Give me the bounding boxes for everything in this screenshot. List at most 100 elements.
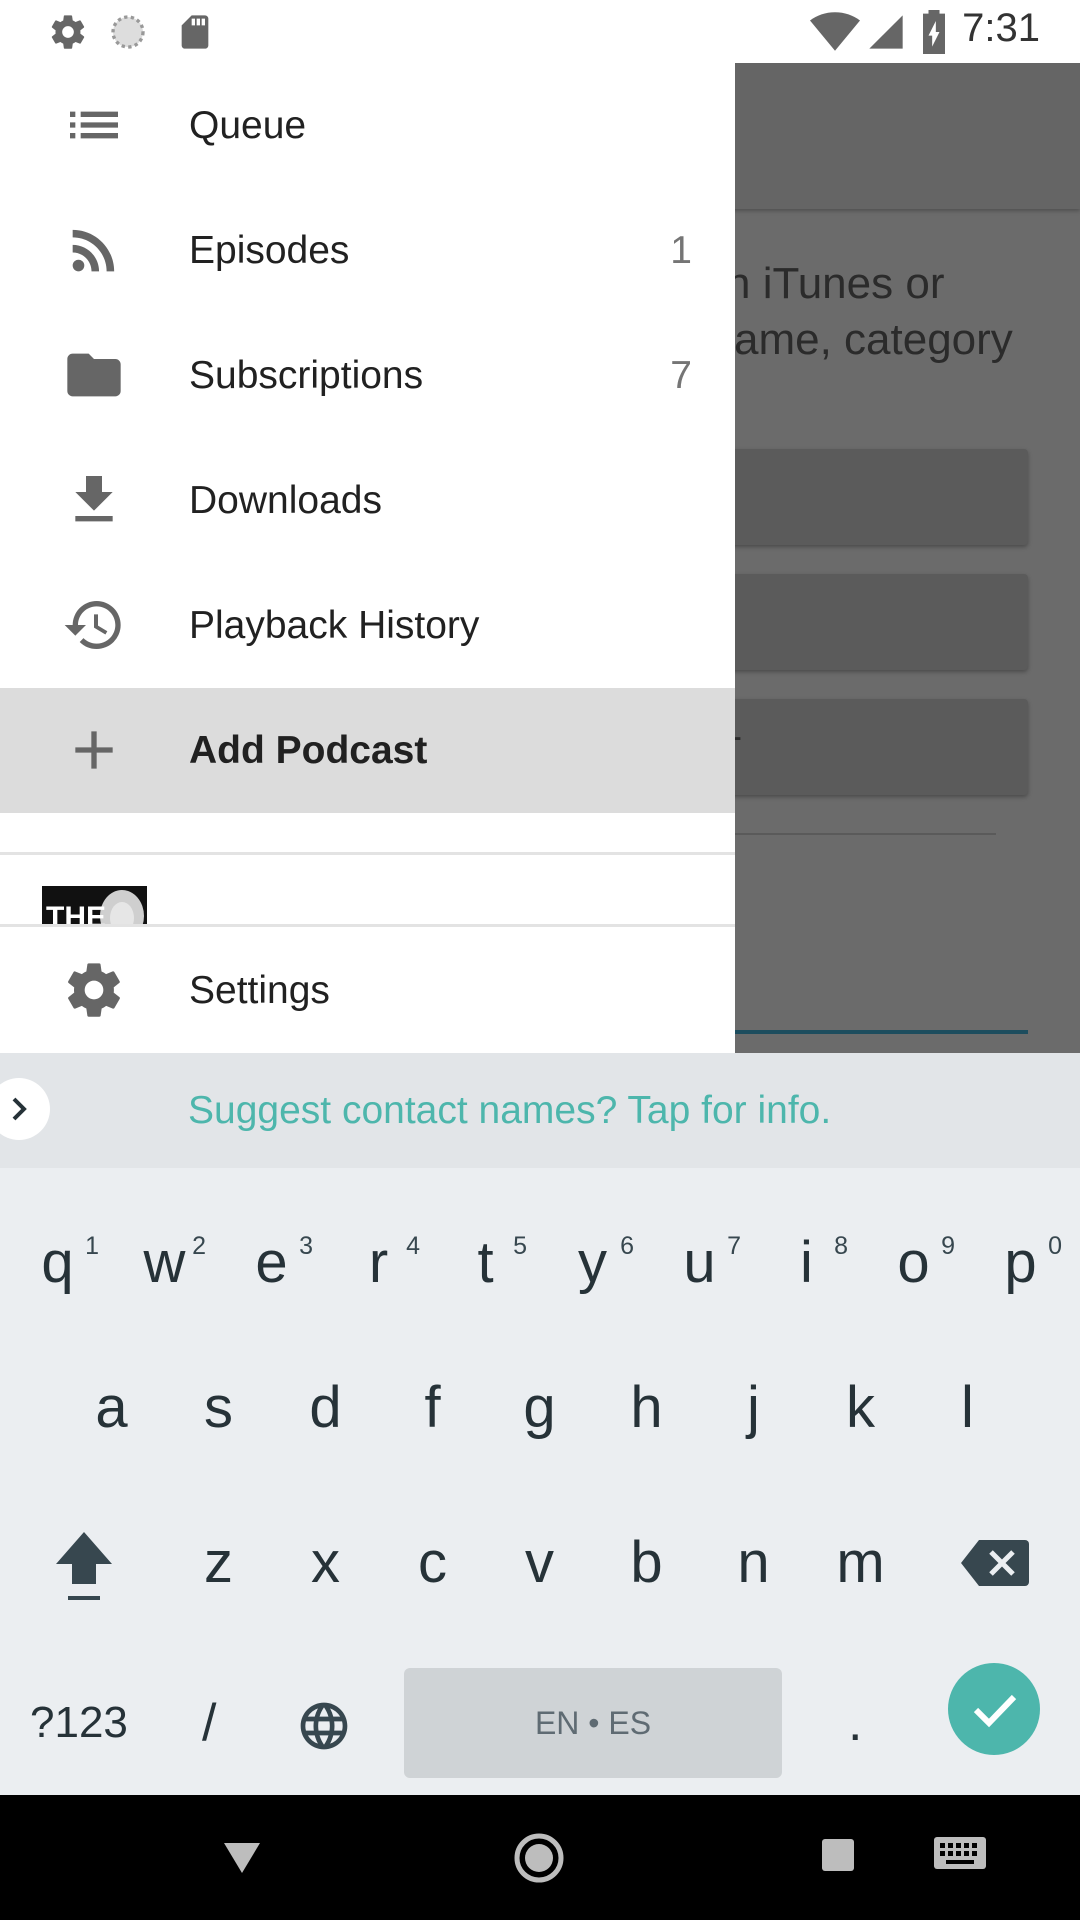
key-s[interactable]: s — [165, 1353, 272, 1463]
background-input-underline — [700, 1030, 1028, 1034]
keyboard-switch-icon[interactable] — [932, 1835, 988, 1875]
key-r[interactable]: r4 — [325, 1208, 432, 1318]
drawer-item-downloads[interactable]: Downloads — [0, 438, 735, 563]
folder-icon — [67, 353, 121, 397]
key-hint: 3 — [299, 1232, 313, 1260]
key-hint: 9 — [941, 1232, 955, 1260]
key-g[interactable]: g — [486, 1353, 593, 1463]
key-char: f — [424, 1375, 441, 1440]
key-w[interactable]: w2 — [111, 1208, 218, 1318]
backspace-key[interactable] — [940, 1508, 1050, 1618]
key-x[interactable]: x — [272, 1508, 379, 1618]
status-bar: 7:31 — [0, 0, 1080, 63]
history-icon — [64, 601, 121, 649]
drawer-item-add-podcast[interactable]: Add Podcast — [0, 688, 735, 813]
key-y[interactable]: y6 — [539, 1208, 646, 1318]
key-char: j — [747, 1375, 760, 1440]
space-key[interactable]: EN • ES — [404, 1668, 782, 1778]
settings-icon — [68, 963, 120, 1017]
key-o[interactable]: o9 — [860, 1208, 967, 1318]
background-button-3: - — [700, 699, 1028, 795]
key-hint: 4 — [406, 1232, 420, 1260]
key-z[interactable]: z — [165, 1508, 272, 1618]
shift-key[interactable] — [28, 1508, 140, 1618]
drawer-item-label: Add Podcast — [189, 729, 428, 772]
key-char: o — [897, 1230, 930, 1295]
podcast-thumbnail-text: THE — [46, 901, 106, 926]
key-hint: 0 — [1048, 1232, 1062, 1260]
slash-key[interactable]: / — [202, 1668, 216, 1778]
key-char: k — [846, 1375, 875, 1440]
settings-icon — [51, 15, 85, 49]
key-f[interactable]: f — [379, 1353, 486, 1463]
drawer-item-count: 1 — [670, 229, 692, 272]
drawer-item-settings[interactable]: Settings — [0, 928, 735, 1053]
back-icon[interactable] — [220, 1837, 264, 1877]
plus-icon — [75, 731, 113, 769]
key-l[interactable]: l — [914, 1353, 1021, 1463]
drawer-divider — [0, 852, 735, 855]
key-char: q — [41, 1230, 74, 1295]
key-c[interactable]: c — [379, 1508, 486, 1618]
key-i[interactable]: i8 — [753, 1208, 860, 1318]
key-hint: 2 — [192, 1232, 206, 1260]
drawer-item-label: Settings — [189, 969, 330, 1012]
system-navigation-bar — [0, 1795, 1080, 1920]
key-hint: 1 — [85, 1232, 99, 1260]
key-v[interactable]: v — [486, 1508, 593, 1618]
drawer-item-episodes[interactable]: Episodes 1 — [0, 188, 735, 313]
drawer-divider — [0, 924, 735, 927]
key-char: y — [578, 1230, 607, 1295]
drawer-item-queue[interactable]: Queue — [0, 63, 735, 188]
keyboard-suggestion-strip[interactable]: Suggest contact names? Tap for info. — [0, 1053, 1080, 1168]
key-char: g — [523, 1375, 556, 1440]
key-n[interactable]: n — [700, 1508, 807, 1618]
key-char: m — [836, 1530, 885, 1595]
navigation-drawer: Queue Episodes 1 Subscriptions 7 Downloa… — [0, 63, 735, 1053]
key-char: z — [204, 1530, 233, 1595]
clock: 7:31 — [962, 6, 1040, 50]
sd-card-icon — [181, 15, 209, 49]
key-d[interactable]: d — [272, 1353, 379, 1463]
key-char: x — [311, 1530, 340, 1595]
key-p[interactable]: p0 — [967, 1208, 1074, 1318]
key-char: s — [204, 1375, 233, 1440]
key-char: l — [961, 1375, 974, 1440]
key-q[interactable]: q1 — [4, 1208, 111, 1318]
key-t[interactable]: t5 — [432, 1208, 539, 1318]
shift-icon — [56, 1532, 112, 1600]
key-k[interactable]: k — [807, 1353, 914, 1463]
chevron-right-icon — [12, 1097, 27, 1121]
key-e[interactable]: e3 — [218, 1208, 325, 1318]
drawer-item-playback-history[interactable]: Playback History — [0, 563, 735, 688]
key-b[interactable]: b — [593, 1508, 700, 1618]
drawer-item-subscriptions[interactable]: Subscriptions 7 — [0, 313, 735, 438]
podcast-thumbnail[interactable]: THE — [42, 886, 147, 926]
key-a[interactable]: a — [58, 1353, 165, 1463]
recents-icon[interactable] — [820, 1837, 856, 1873]
key-char: b — [630, 1530, 663, 1595]
globe-icon[interactable] — [296, 1698, 352, 1754]
symbols-key[interactable]: ?123 — [30, 1668, 128, 1778]
rss-feed-icon — [72, 229, 115, 272]
key-hint: 7 — [727, 1232, 741, 1260]
suggestion-text[interactable]: Suggest contact names? Tap for info. — [188, 1053, 831, 1168]
home-icon[interactable] — [512, 1831, 566, 1885]
key-j[interactable]: j — [700, 1353, 807, 1463]
background-button-2 — [700, 574, 1028, 670]
key-m[interactable]: m — [807, 1508, 914, 1618]
key-hint: 6 — [620, 1232, 634, 1260]
key-hint: 8 — [834, 1232, 848, 1260]
enter-key[interactable] — [948, 1663, 1040, 1755]
key-h[interactable]: h — [593, 1353, 700, 1463]
suggestion-expand-button[interactable] — [0, 1078, 50, 1140]
key-char: t — [477, 1230, 494, 1295]
sync-icon — [111, 15, 145, 49]
key-u[interactable]: u7 — [646, 1208, 753, 1318]
key-char: e — [255, 1230, 288, 1295]
period-key[interactable]: . — [848, 1668, 862, 1778]
key-char: i — [800, 1230, 813, 1295]
background-text-line2: ame, category — [734, 315, 1013, 364]
key-char: r — [368, 1230, 389, 1295]
key-char: u — [683, 1230, 716, 1295]
